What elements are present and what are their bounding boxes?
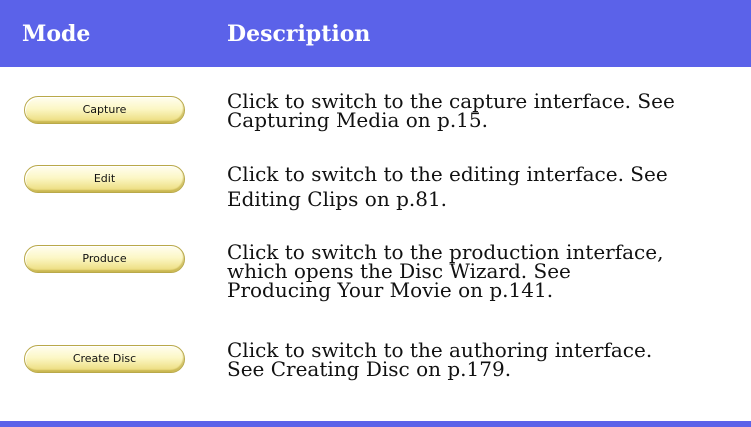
edit-button[interactable]: Edit <box>24 165 185 193</box>
table-header: Mode Description <box>0 0 751 67</box>
capture-button[interactable]: Capture <box>24 96 185 124</box>
description-line: Producing Your Movie on p.141. <box>227 278 554 302</box>
create-disc-description: Click to switch to the authoring interfa… <box>227 340 742 381</box>
mode-table: Mode Description Capture Click to switch… <box>0 0 751 427</box>
capture-description: Click to switch to the capture interface… <box>227 91 742 132</box>
produce-button[interactable]: Produce <box>24 245 185 273</box>
description-line: Capturing Media on p.15. <box>227 108 488 132</box>
description-column-header: Description <box>227 21 371 47</box>
edit-description: Click to switch to the editing interface… <box>227 162 742 212</box>
table-bottom-rule <box>0 421 751 427</box>
description-line: Click to switch to the editing interface… <box>227 162 668 186</box>
description-line: See Creating Disc on p.179. <box>227 357 512 381</box>
produce-description: Click to switch to the production interf… <box>227 242 742 302</box>
mode-column-header: Mode <box>22 21 91 47</box>
create-disc-button[interactable]: Create Disc <box>24 345 185 373</box>
description-line: Editing Clips on p.81. <box>227 187 448 211</box>
